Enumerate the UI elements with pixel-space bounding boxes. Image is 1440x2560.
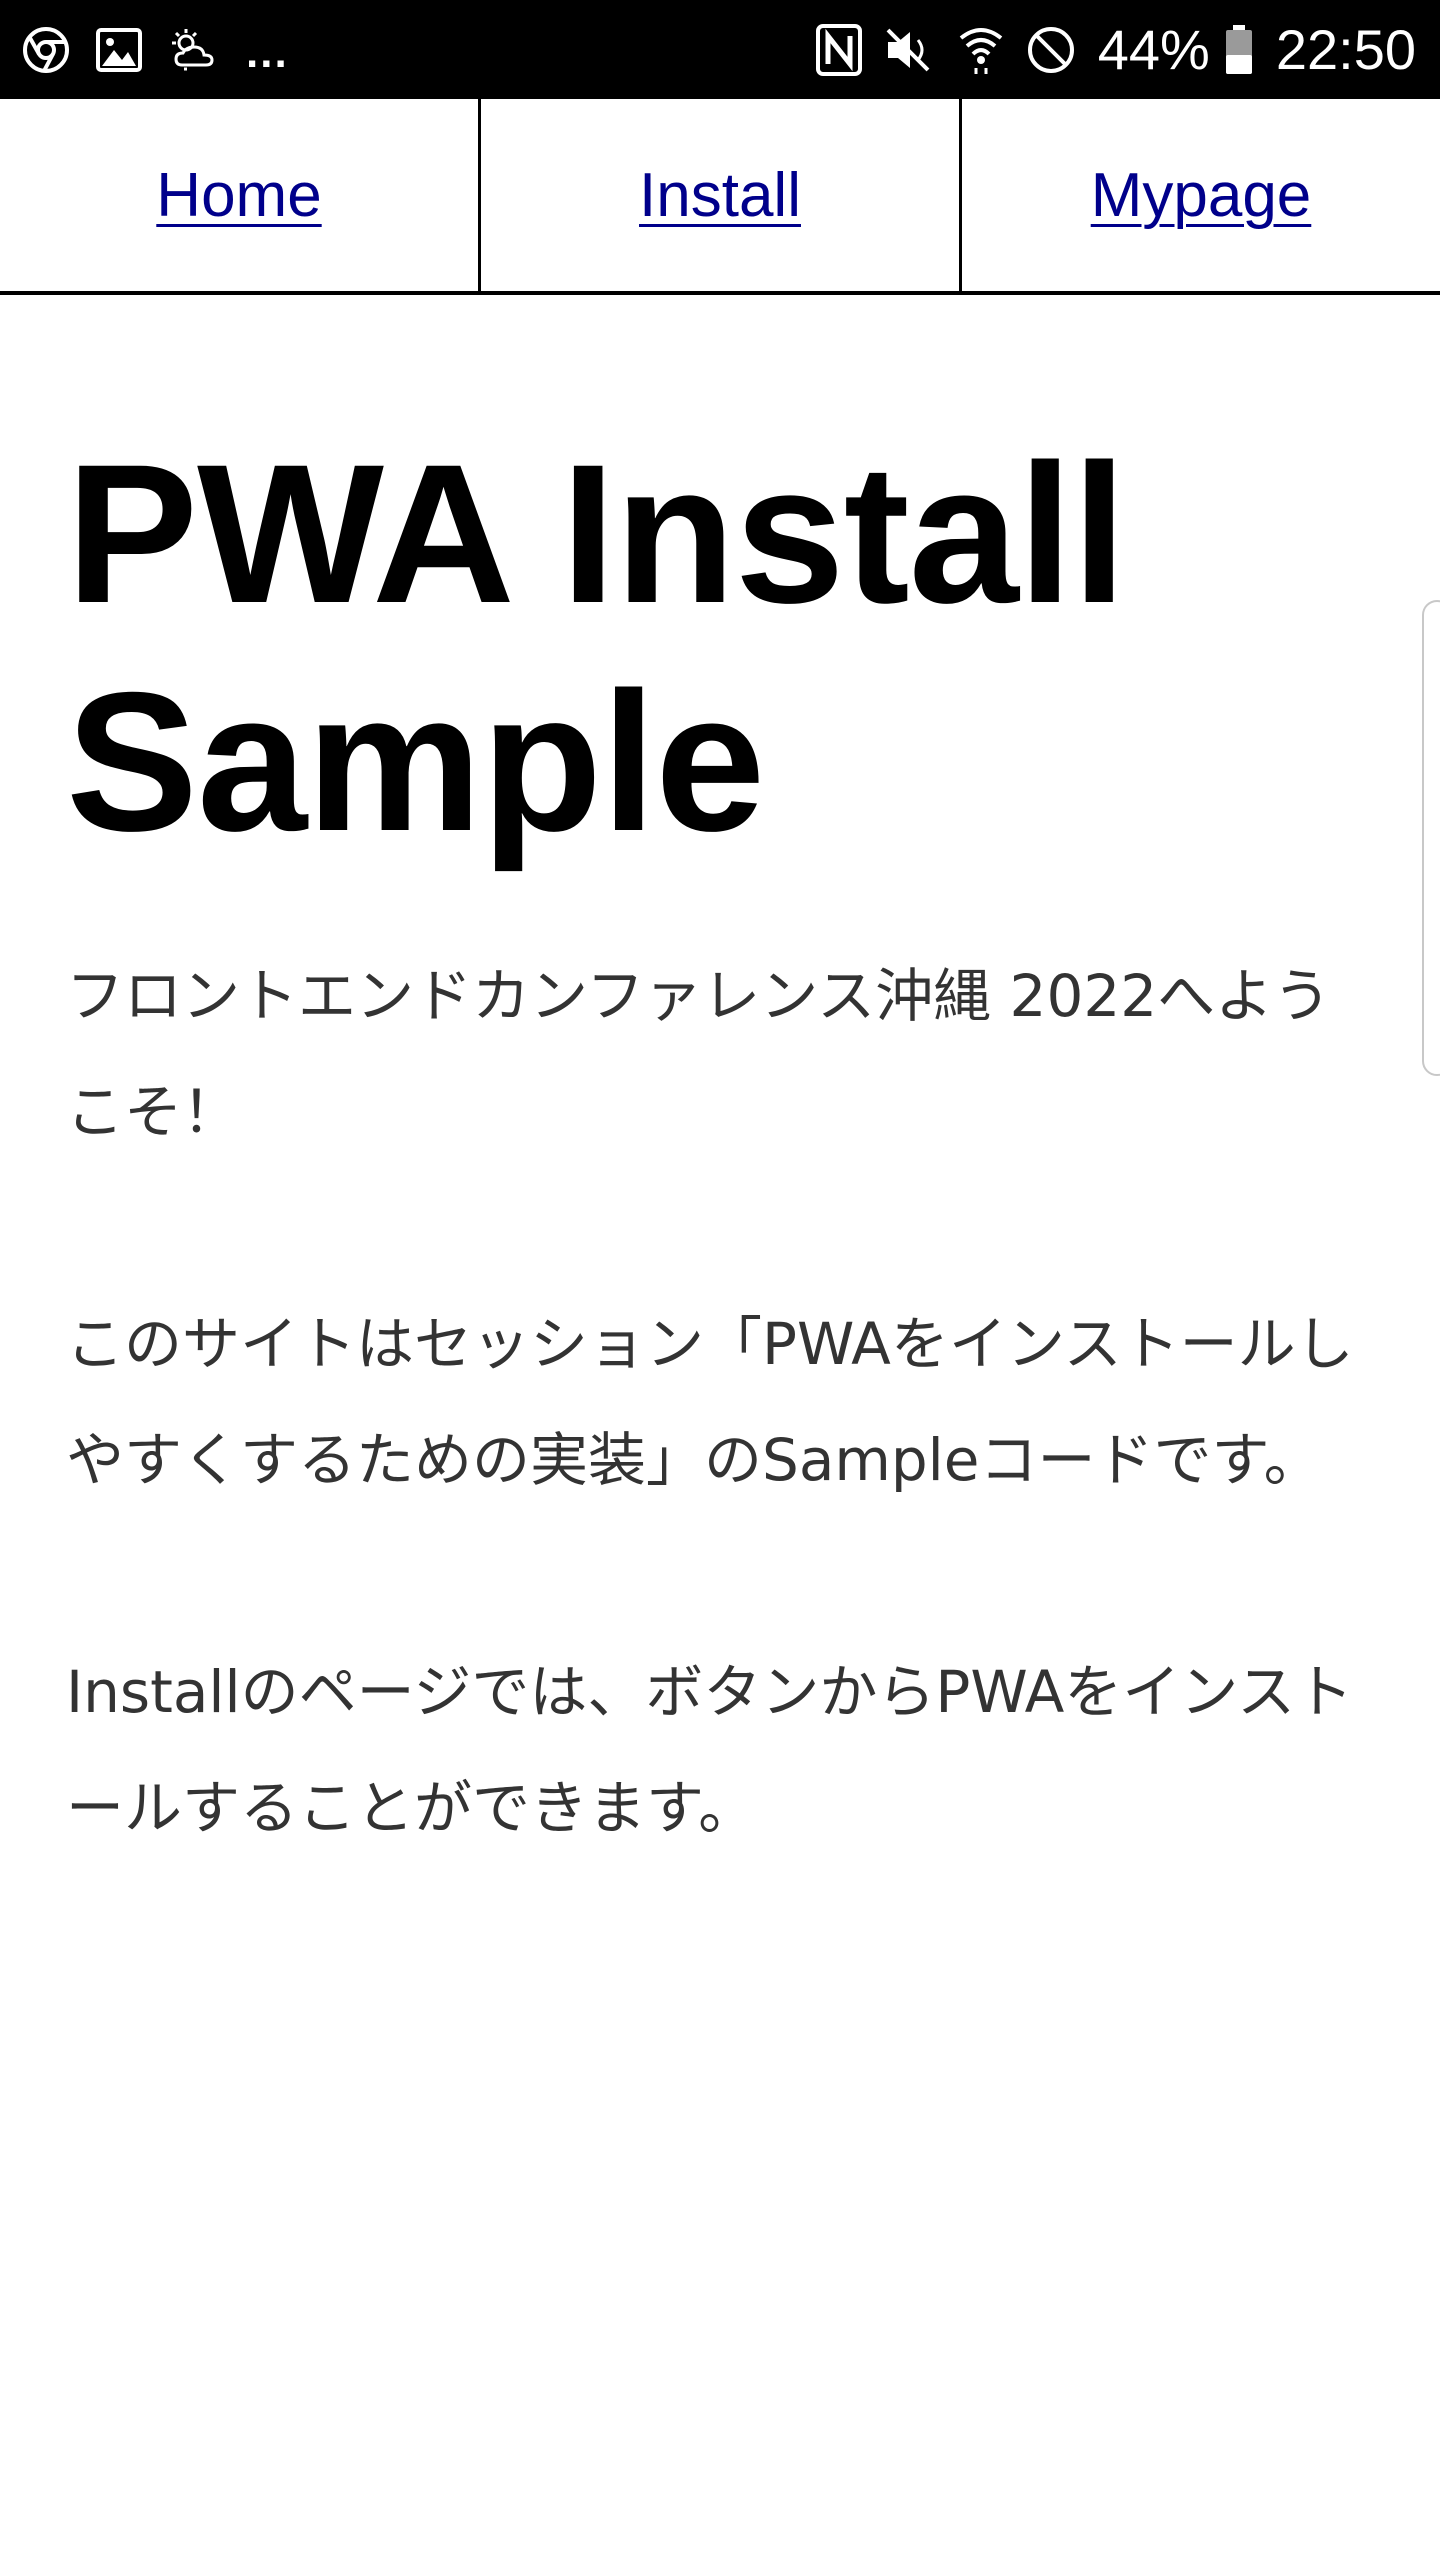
welcome-text: フロントエンドカンファレンス沖縄 2022へようこそ！ [66,962,1332,1146]
clock: 22:50 [1275,17,1416,81]
nav-item-home: Home [0,99,481,291]
status-bar: ... 44% 22:50 [0,0,1440,99]
nfc-icon [815,23,862,76]
page-title-line-2: Sample [66,651,765,872]
description-paragraph: このサイトはセッション「PWAをインストールしやすくするための実装」のSampl… [66,1310,1354,1494]
battery-icon [1224,24,1254,76]
top-navigation: Home Install Mypage [0,99,1440,295]
gallery-icon [96,27,142,72]
mute-icon [884,26,936,74]
notification-overflow-indicator: ... [246,27,289,77]
install-info-paragraph: Installのページでは、ボタンからPWAをインストールすることができます。 [66,1658,1354,1842]
wifi-icon [958,24,1004,76]
home-link[interactable]: Home [156,160,321,231]
nav-item-mypage: Mypage [962,99,1440,291]
page-title-line-1: PWA Install [66,423,1127,644]
edge-panel-handle[interactable] [1422,600,1440,1076]
weather-icon [168,27,220,73]
page-title: PWA Install Sample [66,420,1386,876]
do-not-disturb-icon [1026,25,1076,75]
battery-percent: 44% [1097,17,1210,81]
nav-item-install: Install [481,99,962,291]
mypage-link[interactable]: Mypage [1091,160,1312,231]
install-link[interactable]: Install [639,160,801,231]
status-bar-right: 44% 22:50 [815,17,1416,81]
status-bar-left: ... [22,22,289,78]
chrome-icon [22,26,70,74]
main-content: PWA Install Sample フロントエンドカンファレンス沖縄 2022… [66,420,1386,1866]
